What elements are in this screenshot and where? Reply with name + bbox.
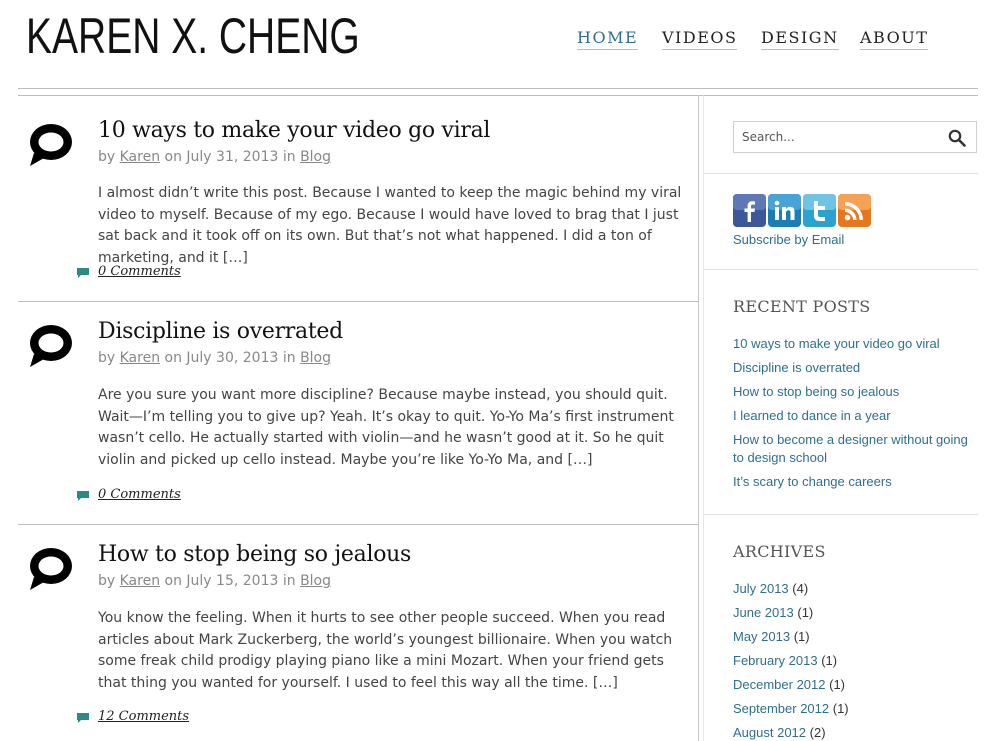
recent-post-link[interactable]: Discipline is overrated xyxy=(733,360,860,375)
comments-link[interactable]: 0 Comments xyxy=(77,264,181,279)
post-author-link[interactable]: Karen xyxy=(120,149,160,165)
archive-count: (1) xyxy=(832,701,849,716)
nav-about[interactable]: ABOUT xyxy=(860,28,929,50)
comment-icon xyxy=(77,713,89,723)
sidebar-divider xyxy=(704,269,978,270)
post-title[interactable]: How to stop being so jealous xyxy=(98,542,411,567)
list-item: How to stop being so jealous xyxy=(733,383,973,401)
archive-count: (2) xyxy=(809,725,826,740)
post-excerpt: I almost didn’t write this post. Because… xyxy=(98,185,682,266)
post-category-link[interactable]: Blog xyxy=(300,350,331,366)
search-icon[interactable] xyxy=(948,129,966,147)
archive-link[interactable]: August 2012 xyxy=(733,725,806,740)
speech-bubble-icon xyxy=(30,548,72,590)
recent-post-link[interactable]: How to stop being so jealous xyxy=(733,384,899,399)
linkedin-icon[interactable] xyxy=(768,194,801,227)
list-item: It’s scary to change careers xyxy=(733,473,973,491)
search-box xyxy=(733,121,977,153)
archive-count: (1) xyxy=(793,629,810,644)
list-item: February 2013 (1) xyxy=(733,652,973,670)
recent-post-link[interactable]: It’s scary to change careers xyxy=(733,474,892,489)
comments-link[interactable]: 0 Comments xyxy=(77,487,181,502)
comments-count[interactable]: 0 Comments xyxy=(98,487,181,502)
header-divider xyxy=(18,88,978,89)
sidebar-divider xyxy=(704,173,978,174)
post-author-link[interactable]: Karen xyxy=(120,573,160,589)
list-item: May 2013 (1) xyxy=(733,628,973,646)
rss-icon[interactable] xyxy=(838,194,871,227)
list-item: December 2012 (1) xyxy=(733,676,973,694)
recent-posts-list: 10 ways to make your video go viral Disc… xyxy=(733,335,973,497)
post-meta: by Karen on July 31, 2013 in Blog xyxy=(98,149,331,165)
post-category-link[interactable]: Blog xyxy=(300,149,331,165)
post-meta: by Karen on July 15, 2013 in Blog xyxy=(98,573,331,589)
archives-list: July 2013 (4) June 2013 (1) May 2013 (1)… xyxy=(733,580,973,741)
subscribe-by-email-link[interactable]: Subscribe by Email xyxy=(733,232,844,247)
recent-posts-title: RECENT POSTS xyxy=(733,297,871,316)
post-excerpt: You know the feeling. When it hurts to s… xyxy=(98,610,673,691)
list-item: September 2012 (1) xyxy=(733,700,973,718)
recent-post-link[interactable]: 10 ways to make your video go viral xyxy=(733,336,940,351)
post-date: on July 30, 2013 in xyxy=(164,350,296,366)
comment-icon xyxy=(77,268,89,278)
post-divider xyxy=(18,301,698,302)
archive-count: (1) xyxy=(797,605,814,620)
content-sidebar-divider xyxy=(698,95,699,741)
content-sidebar-divider-light xyxy=(703,95,704,741)
nav-videos[interactable]: VIDEOS xyxy=(662,28,738,50)
post-date: on July 31, 2013 in xyxy=(164,149,296,165)
meta-by: by xyxy=(98,350,116,366)
speech-bubble-icon xyxy=(30,325,72,367)
post-category-link[interactable]: Blog xyxy=(300,573,331,589)
archive-link[interactable]: May 2013 xyxy=(733,629,790,644)
nav-design[interactable]: DESIGN xyxy=(761,28,839,50)
archive-count: (4) xyxy=(792,581,809,596)
meta-by: by xyxy=(98,573,116,589)
list-item: June 2013 (1) xyxy=(733,604,973,622)
list-item: August 2012 (2) xyxy=(733,724,973,741)
archives-title: ARCHIVES xyxy=(733,542,826,561)
list-item: July 2013 (4) xyxy=(733,580,973,598)
archive-link[interactable]: February 2013 xyxy=(733,653,818,668)
archive-link[interactable]: June 2013 xyxy=(733,605,794,620)
comment-icon xyxy=(77,491,89,501)
archive-count: (1) xyxy=(829,677,846,692)
list-item: Discipline is overrated xyxy=(733,359,973,377)
archive-link[interactable]: December 2012 xyxy=(733,677,826,692)
facebook-icon[interactable] xyxy=(733,194,766,227)
post-date: on July 15, 2013 in xyxy=(164,573,296,589)
post-excerpt: Are you sure you want more discipline? B… xyxy=(98,387,674,468)
recent-post-link[interactable]: I learned to dance in a year xyxy=(733,408,891,423)
list-item: How to become a designer without going t… xyxy=(733,431,973,467)
header-divider-lower xyxy=(18,95,978,96)
archive-link[interactable]: September 2012 xyxy=(733,701,829,716)
comments-count[interactable]: 0 Comments xyxy=(98,264,181,279)
post-meta: by Karen on July 30, 2013 in Blog xyxy=(98,350,331,366)
twitter-icon[interactable] xyxy=(803,194,836,227)
comments-count[interactable]: 12 Comments xyxy=(98,709,189,724)
post-title[interactable]: Discipline is overrated xyxy=(98,319,343,344)
archive-count: (1) xyxy=(821,653,838,668)
meta-by: by xyxy=(98,149,116,165)
post-title[interactable]: 10 ways to make your video go viral xyxy=(98,118,490,143)
post-divider xyxy=(18,524,698,525)
search-input[interactable] xyxy=(734,122,934,152)
main-nav: HOME VIDEOS DESIGN ABOUT xyxy=(0,28,992,52)
nav-home[interactable]: HOME xyxy=(577,28,639,50)
list-item: 10 ways to make your video go viral xyxy=(733,335,973,353)
sidebar-divider xyxy=(704,514,978,515)
speech-bubble-icon xyxy=(30,124,72,166)
post-author-link[interactable]: Karen xyxy=(120,350,160,366)
comments-link[interactable]: 12 Comments xyxy=(77,709,189,724)
list-item: I learned to dance in a year xyxy=(733,407,973,425)
recent-post-link[interactable]: How to become a designer without going t… xyxy=(733,432,968,465)
archive-link[interactable]: July 2013 xyxy=(733,581,789,596)
